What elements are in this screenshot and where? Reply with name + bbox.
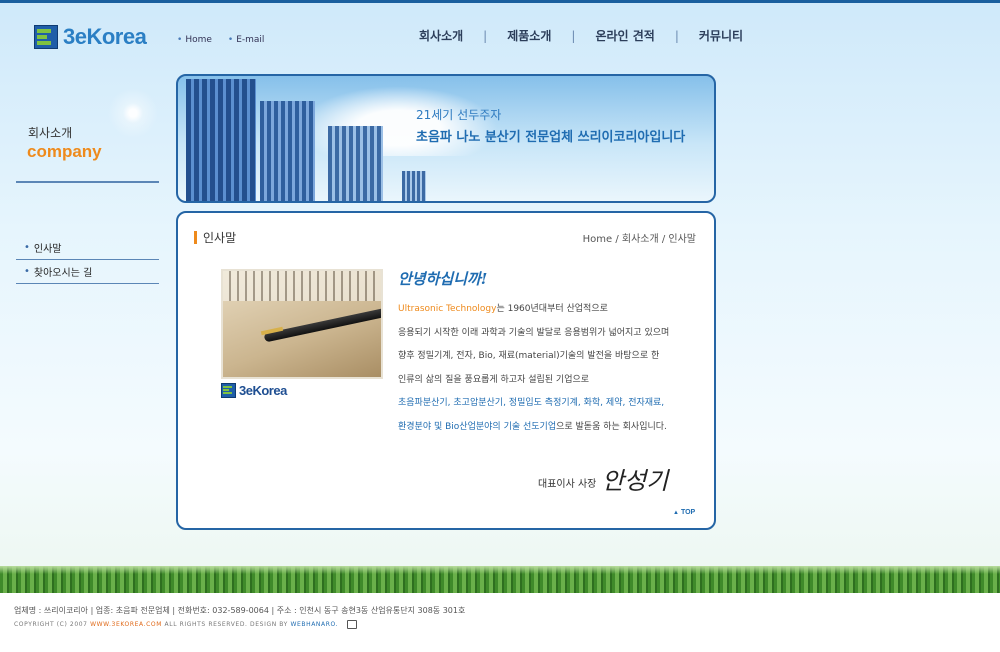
main-navigation: 회사소개 | 제품소개 | 온라인 견적 | 커뮤니티 — [415, 27, 747, 44]
message-text: 인류의 삶의 질을 풍요롭게 하고자 설립된 기업으로 — [398, 374, 590, 385]
home-link[interactable]: Home — [177, 35, 212, 45]
photo-logo: 3eKorea — [221, 383, 287, 398]
logo-mark-icon — [34, 25, 58, 49]
page-title-text: 인사말 — [203, 231, 237, 245]
signature: 안성기 — [602, 467, 669, 495]
footer-designer-link[interactable]: WEBHANARO. — [290, 621, 338, 628]
message-accent: Ultrasonic Technology — [398, 304, 497, 314]
top-link[interactable]: TOP — [673, 509, 695, 516]
nav-company[interactable]: 회사소개 — [415, 27, 467, 44]
footer-copyright: COPYRIGHT (C) 2007 WWW.3EKOREA.COM ALL R… — [14, 620, 357, 629]
utility-links: Home E-mail — [177, 35, 264, 45]
nav-separator: | — [483, 28, 488, 43]
sidebar-item-directions[interactable]: 찾아오시는 길 — [16, 260, 159, 284]
nav-online-quote[interactable]: 온라인 견적 — [591, 27, 658, 44]
message-text: 향후 정밀기계, 전자, Bio, 재료(material)기술의 발전을 바탕… — [398, 351, 660, 361]
logo-mark-icon — [221, 383, 236, 398]
sidebar-item-label: 인사말 — [33, 244, 62, 255]
message-text: 초음파분산기, 초고압분산기, 정밀입도 측정기계, 화학, 제약, 전자재료, — [398, 398, 665, 408]
message-text: 는 1960년대부터 산업적으로 — [496, 304, 608, 314]
building-image — [186, 79, 256, 201]
footer-info: 업체명 : 쓰리이코리아 | 업종: 초음파 전문업체 | 전화번호: 032-… — [14, 606, 466, 615]
grass-decoration — [0, 566, 1000, 593]
nav-community[interactable]: 커뮤니티 — [695, 27, 747, 44]
nav-products[interactable]: 제품소개 — [503, 27, 555, 44]
content-panel: 인사말 Home / 회사소개 / 인사말 3eKorea 안녕하십니까! Ul… — [176, 211, 716, 530]
signer-title: 대표이사 사장 — [538, 479, 597, 490]
notebook-spiral — [223, 271, 381, 301]
sparkle-decoration — [108, 88, 158, 138]
building-image — [402, 171, 426, 201]
pen-icon — [263, 304, 381, 343]
nav-separator: | — [674, 28, 679, 43]
banner-subtitle: 21세기 선두주자 — [416, 108, 502, 122]
message-accent: 환경분야 및 Bio산업분야의 기술 선도기업 — [398, 421, 557, 432]
greeting-message: Ultrasonic Technology는 1960년대부터 산업적으로 응용… — [398, 301, 698, 442]
notebook-pen-photo — [221, 269, 383, 379]
building-image — [328, 126, 383, 201]
sidebar-title-en: company — [27, 142, 102, 161]
building-image — [260, 101, 315, 201]
email-link[interactable]: E-mail — [228, 35, 264, 45]
message-text: 응용되기 시작한 이래 과학과 기술의 발달로 응용범위가 넓어지고 있으며 — [398, 327, 670, 338]
message-text: 으로 발돋움 하는 회사입니다. — [556, 421, 667, 432]
footer: 업체명 : 쓰리이코리아 | 업종: 초음파 전문업체 | 전화번호: 032-… — [0, 593, 1000, 652]
sidebar-title: 회사소개 — [28, 126, 73, 140]
sidebar-divider — [16, 181, 159, 183]
banner-title: 초음파 나노 분산기 전문업체 쓰리이코리아입니다 — [416, 130, 686, 145]
breadcrumb: Home / 회사소개 / 인사말 — [582, 234, 696, 245]
top-border — [0, 0, 1000, 3]
footer-site-link[interactable]: WWW.3EKOREA.COM — [90, 621, 162, 628]
print-icon[interactable] — [346, 620, 357, 629]
hero-banner: 21세기 선두주자 초음파 나노 분산기 전문업체 쓰리이코리아입니다 — [176, 74, 716, 203]
site-logo[interactable]: 3eKorea — [34, 24, 147, 50]
sidebar-item-greeting[interactable]: 인사말 — [16, 236, 159, 260]
greeting-heading: 안녕하십니까! — [398, 270, 488, 288]
sidebar-menu: 인사말 찾아오시는 길 — [16, 236, 159, 284]
logo-text: 3eKorea — [63, 24, 147, 49]
sidebar-item-label: 찾아오시는 길 — [33, 268, 93, 279]
nav-separator: | — [571, 28, 576, 43]
logo-text: 3eKorea — [239, 383, 287, 398]
title-bar-icon — [194, 231, 197, 244]
page-title: 인사말 — [194, 229, 236, 246]
